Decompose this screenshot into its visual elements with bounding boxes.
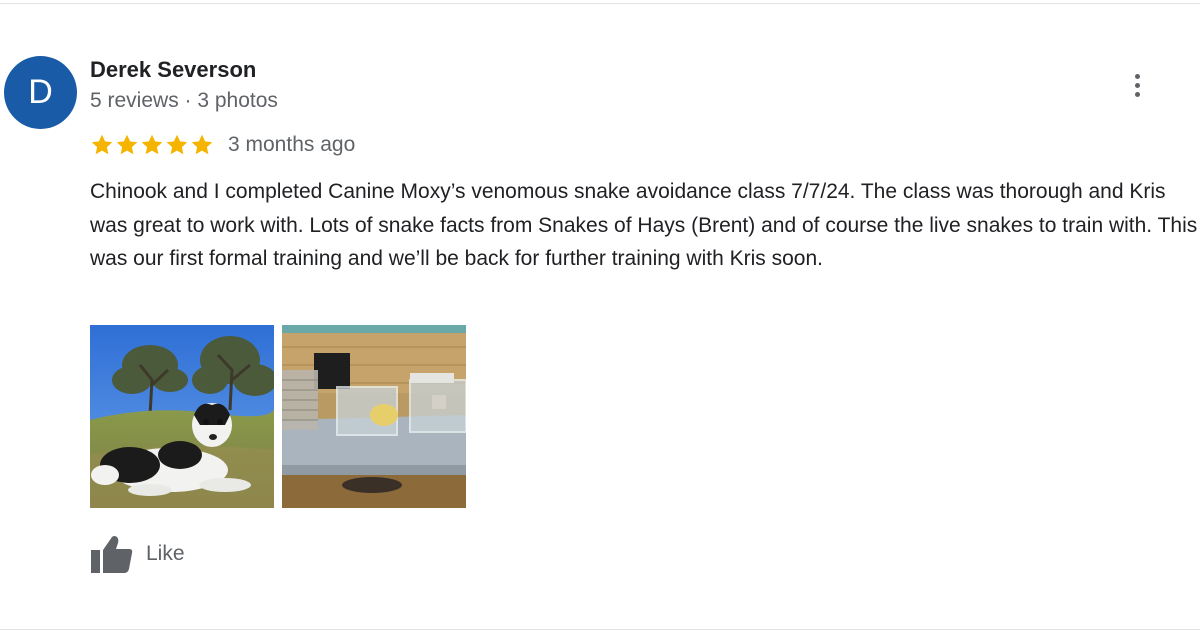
reviewer-meta: 5 reviews · 3 photos (90, 89, 278, 112)
star-icon (141, 134, 163, 155)
review-photo-dog[interactable] (90, 325, 274, 508)
star-icon (116, 134, 138, 155)
review-photos (90, 325, 466, 508)
thumbs-up-icon (91, 536, 133, 573)
reviewer-name[interactable]: Derek Severson (90, 57, 256, 83)
star-icon (191, 134, 213, 155)
review-card: D Derek Severson 5 reviews · 3 photos 3 … (0, 0, 1200, 634)
more-options-button[interactable] (1122, 68, 1152, 102)
review-text: Chinook and I completed Canine Moxy’s ve… (90, 180, 1198, 270)
more-vertical-icon (1134, 82, 1140, 88)
star-rating (90, 133, 214, 157)
review-photo-snake-enclosures[interactable] (282, 325, 466, 508)
like-button[interactable]: Like (90, 534, 185, 574)
divider (0, 3, 1200, 4)
star-icon (166, 134, 188, 155)
more-vertical-icon (1134, 91, 1140, 97)
review-date: 3 months ago (228, 133, 356, 156)
divider (0, 629, 1200, 630)
rating-row: 3 months ago (90, 130, 355, 160)
avatar[interactable]: D (4, 56, 77, 129)
snake-enclosures-photo-image (282, 325, 466, 508)
dog-photo-image (90, 325, 274, 508)
like-label: Like (146, 542, 185, 565)
more-vertical-icon (1134, 73, 1140, 79)
star-icon (91, 134, 113, 155)
